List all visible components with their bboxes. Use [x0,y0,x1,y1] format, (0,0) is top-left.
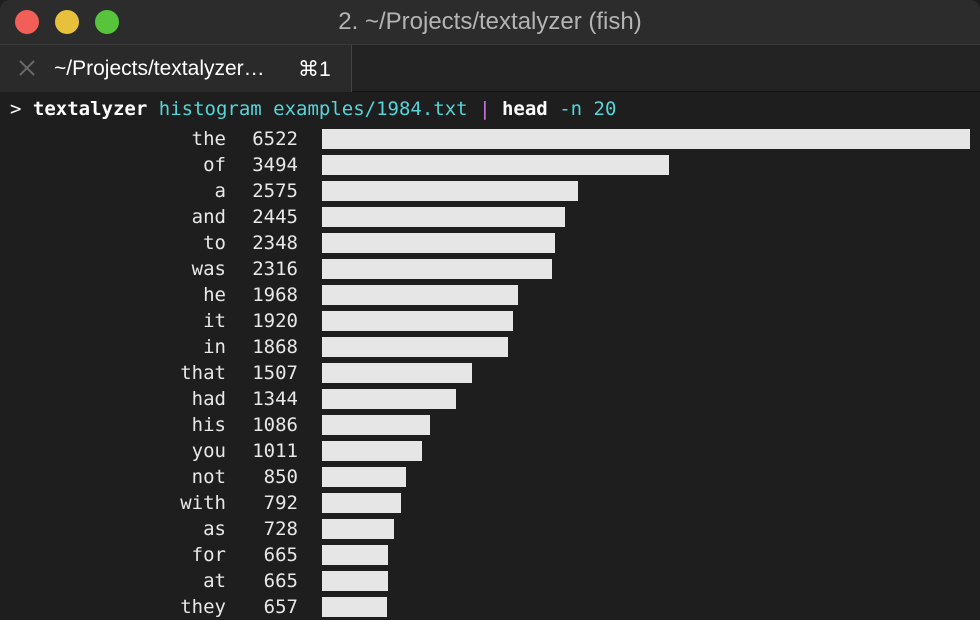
tab-bar: ~/Projects/textalyzer… ⌘1 [0,44,980,93]
histogram-row: for 665 [0,542,980,568]
histogram-bar [322,207,565,227]
histogram-row: in 1868 [0,334,980,360]
word-label: had [191,388,226,410]
word-count: 2575 [252,180,298,202]
histogram-row: of 3494 [0,152,980,178]
word-label: his [191,414,226,436]
command-line: > textalyzer histogram examples/1984.txt… [10,98,616,120]
histogram-row: at 665 [0,568,980,594]
histogram-row: it 1920 [0,308,980,334]
word-count: 665 [263,570,298,592]
prompt-symbol: > [10,98,22,120]
word-label: the [191,128,226,150]
word-label: at [203,570,226,592]
histogram-row: was 2316 [0,256,980,282]
word-label: that [180,362,226,384]
histogram-row: they 657 [0,594,980,620]
word-count: 1968 [252,284,298,306]
histogram-row: the 6522 [0,126,980,152]
histogram-bar [322,597,387,617]
word-count: 850 [263,466,298,488]
histogram-bar [322,363,472,383]
histogram-row: his 1086 [0,412,980,438]
histogram-row: as 728 [0,516,980,542]
pipe-symbol: | [479,98,491,120]
terminal-output[interactable]: > textalyzer histogram examples/1984.txt… [0,92,980,620]
word-count: 665 [263,544,298,566]
word-count: 728 [263,518,298,540]
word-label: of [203,154,226,176]
histogram-bar [322,467,406,487]
window-title: 2. ~/Projects/textalyzer (fish) [338,8,642,35]
word-count: 2348 [252,232,298,254]
word-count: 1011 [252,440,298,462]
histogram-bar [322,155,669,175]
histogram-row: you 1011 [0,438,980,464]
histogram-bar [322,545,388,565]
histogram-bar [322,233,555,253]
title-bar[interactable]: 2. ~/Projects/textalyzer (fish) [0,0,980,44]
word-count: 1086 [252,414,298,436]
word-count: 1507 [252,362,298,384]
histogram-bar [322,571,388,591]
word-count: 1344 [252,388,298,410]
histogram-bar [322,181,578,201]
tab-shortcut: ⌘1 [298,58,331,81]
histogram-bar [322,519,394,539]
histogram-bar [322,285,518,305]
word-label: a [214,180,226,202]
histogram-row: that 1507 [0,360,980,386]
word-label: not [191,466,226,488]
word-label: in [203,336,226,358]
histogram-bar [322,389,456,409]
command-binary: textalyzer [32,98,148,120]
word-label: they [180,596,226,618]
histogram-bar [322,441,422,461]
word-label: was [191,258,226,280]
head-arguments: -n 20 [559,98,617,120]
word-label: and [191,206,226,228]
histogram-row: to 2348 [0,230,980,256]
histogram-bar [322,311,513,331]
histogram-row: and 2445 [0,204,980,230]
terminal-window: 2. ~/Projects/textalyzer (fish) ~/Projec… [0,0,980,620]
word-count: 657 [263,596,298,618]
histogram-row: he 1968 [0,282,980,308]
word-label: as [203,518,226,540]
word-label: for [191,544,226,566]
tab-label: ~/Projects/textalyzer… [54,57,265,80]
word-count: 1920 [252,310,298,332]
histogram-bar [322,337,508,357]
histogram-row: a 2575 [0,178,980,204]
histogram-row: had 1344 [0,386,980,412]
word-count: 792 [263,492,298,514]
histogram-row: with 792 [0,490,980,516]
word-count: 2316 [252,258,298,280]
word-label: to [203,232,226,254]
command-arguments: histogram examples/1984.txt [158,98,468,120]
close-icon[interactable] [16,57,38,79]
head-binary: head [501,98,548,120]
word-label: he [203,284,226,306]
tab-textalyzer[interactable]: ~/Projects/textalyzer… ⌘1 [0,45,352,93]
word-label: with [180,492,226,514]
word-label: it [203,310,226,332]
word-count: 6522 [252,128,298,150]
word-count: 2445 [252,206,298,228]
word-count: 3494 [252,154,298,176]
histogram-bar [322,129,970,149]
word-label: you [191,440,226,462]
histogram-bar [322,259,552,279]
histogram-bar [322,493,401,513]
word-count: 1868 [252,336,298,358]
histogram-bar [322,415,430,435]
histogram-row: not 850 [0,464,980,490]
